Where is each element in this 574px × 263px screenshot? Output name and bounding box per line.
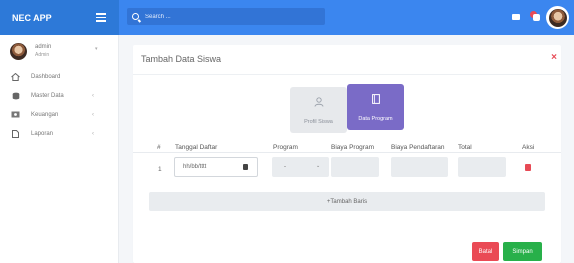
col-tanggal-daftar: Tanggal Daftar xyxy=(175,144,218,151)
sidebar-item-laporan[interactable]: Laporan ‹ xyxy=(0,124,118,143)
app-brand[interactable]: NEC APP xyxy=(0,0,119,35)
col-biaya-pendaftaran: Biaya Pendaftaran xyxy=(391,144,445,151)
col-biaya-program: Biaya Program xyxy=(331,144,374,151)
sidebar: admin Admin ▾ Dashboard Master Data ‹ Ke… xyxy=(0,35,119,263)
tanggal-daftar-input[interactable]: hh/bb/tttt xyxy=(174,157,258,177)
database-icon xyxy=(11,92,20,100)
mail-icon[interactable] xyxy=(512,14,520,20)
user-icon xyxy=(314,97,324,109)
trash-icon[interactable] xyxy=(525,164,531,171)
user-name: admin xyxy=(35,44,52,50)
tile-label: Profil Siswa xyxy=(304,119,333,125)
tile-label: Data Program xyxy=(358,116,393,122)
add-row-button[interactable]: +Tambah Baris xyxy=(149,192,545,211)
program-select[interactable]: - ⌄ xyxy=(272,157,329,177)
user-role: Admin xyxy=(35,52,50,58)
divider xyxy=(133,74,561,75)
sidebar-item-keuangan[interactable]: Keuangan ‹ xyxy=(0,105,118,124)
user-avatar[interactable] xyxy=(546,6,569,29)
total-field[interactable] xyxy=(458,157,506,177)
sidebar-item-dashboard[interactable]: Dashboard xyxy=(0,67,118,86)
col-total: Total xyxy=(458,144,472,151)
card-title: Tambah Data Siswa xyxy=(141,54,222,64)
search-bar[interactable] xyxy=(127,8,325,25)
sidebar-item-label: Master Data xyxy=(31,92,64,99)
divider xyxy=(133,152,561,153)
user-panel[interactable]: admin Admin ▾ xyxy=(0,35,118,67)
app-title: NEC APP xyxy=(12,12,52,23)
search-input[interactable] xyxy=(145,13,295,20)
menu-toggle-icon[interactable] xyxy=(96,13,106,24)
avatar xyxy=(10,42,27,60)
tab-data-program[interactable]: Data Program xyxy=(347,84,404,130)
notification-icon[interactable] xyxy=(530,11,540,21)
col-program: Program xyxy=(273,144,298,151)
cancel-button[interactable]: Batal xyxy=(472,242,499,261)
biaya-pendaftaran-field[interactable] xyxy=(391,157,448,177)
row-number: 1 xyxy=(158,166,162,173)
calendar-icon[interactable] xyxy=(243,164,248,170)
chevron-left-icon: ‹ xyxy=(92,93,94,99)
close-icon[interactable]: × xyxy=(551,52,557,63)
program-selected: - xyxy=(284,164,286,170)
chevron-left-icon: ‹ xyxy=(92,131,94,137)
chevron-down-icon[interactable]: ▾ xyxy=(95,46,98,52)
sidebar-item-master-data[interactable]: Master Data ‹ xyxy=(0,86,118,105)
tab-profil-siswa[interactable]: Profil Siswa xyxy=(290,87,347,133)
search-icon xyxy=(132,13,139,20)
sidebar-item-label: Dashboard xyxy=(31,73,61,80)
save-button[interactable]: Simpan xyxy=(503,242,542,261)
date-placeholder: hh/bb/tttt xyxy=(183,164,207,170)
col-aksi: Aksi xyxy=(522,144,535,151)
money-icon xyxy=(11,111,20,119)
sidebar-item-label: Keuangan xyxy=(31,111,59,118)
book-icon xyxy=(371,94,380,106)
col-number: # xyxy=(157,144,161,151)
file-icon xyxy=(11,129,20,138)
chevron-down-icon: ⌄ xyxy=(316,163,321,169)
topbar xyxy=(119,0,574,35)
sidebar-item-label: Laporan xyxy=(31,130,54,137)
biaya-program-field[interactable] xyxy=(331,157,379,177)
form-card: Tambah Data Siswa × Profil Siswa Data Pr… xyxy=(133,45,561,263)
home-icon xyxy=(11,72,20,81)
chevron-left-icon: ‹ xyxy=(92,112,94,118)
